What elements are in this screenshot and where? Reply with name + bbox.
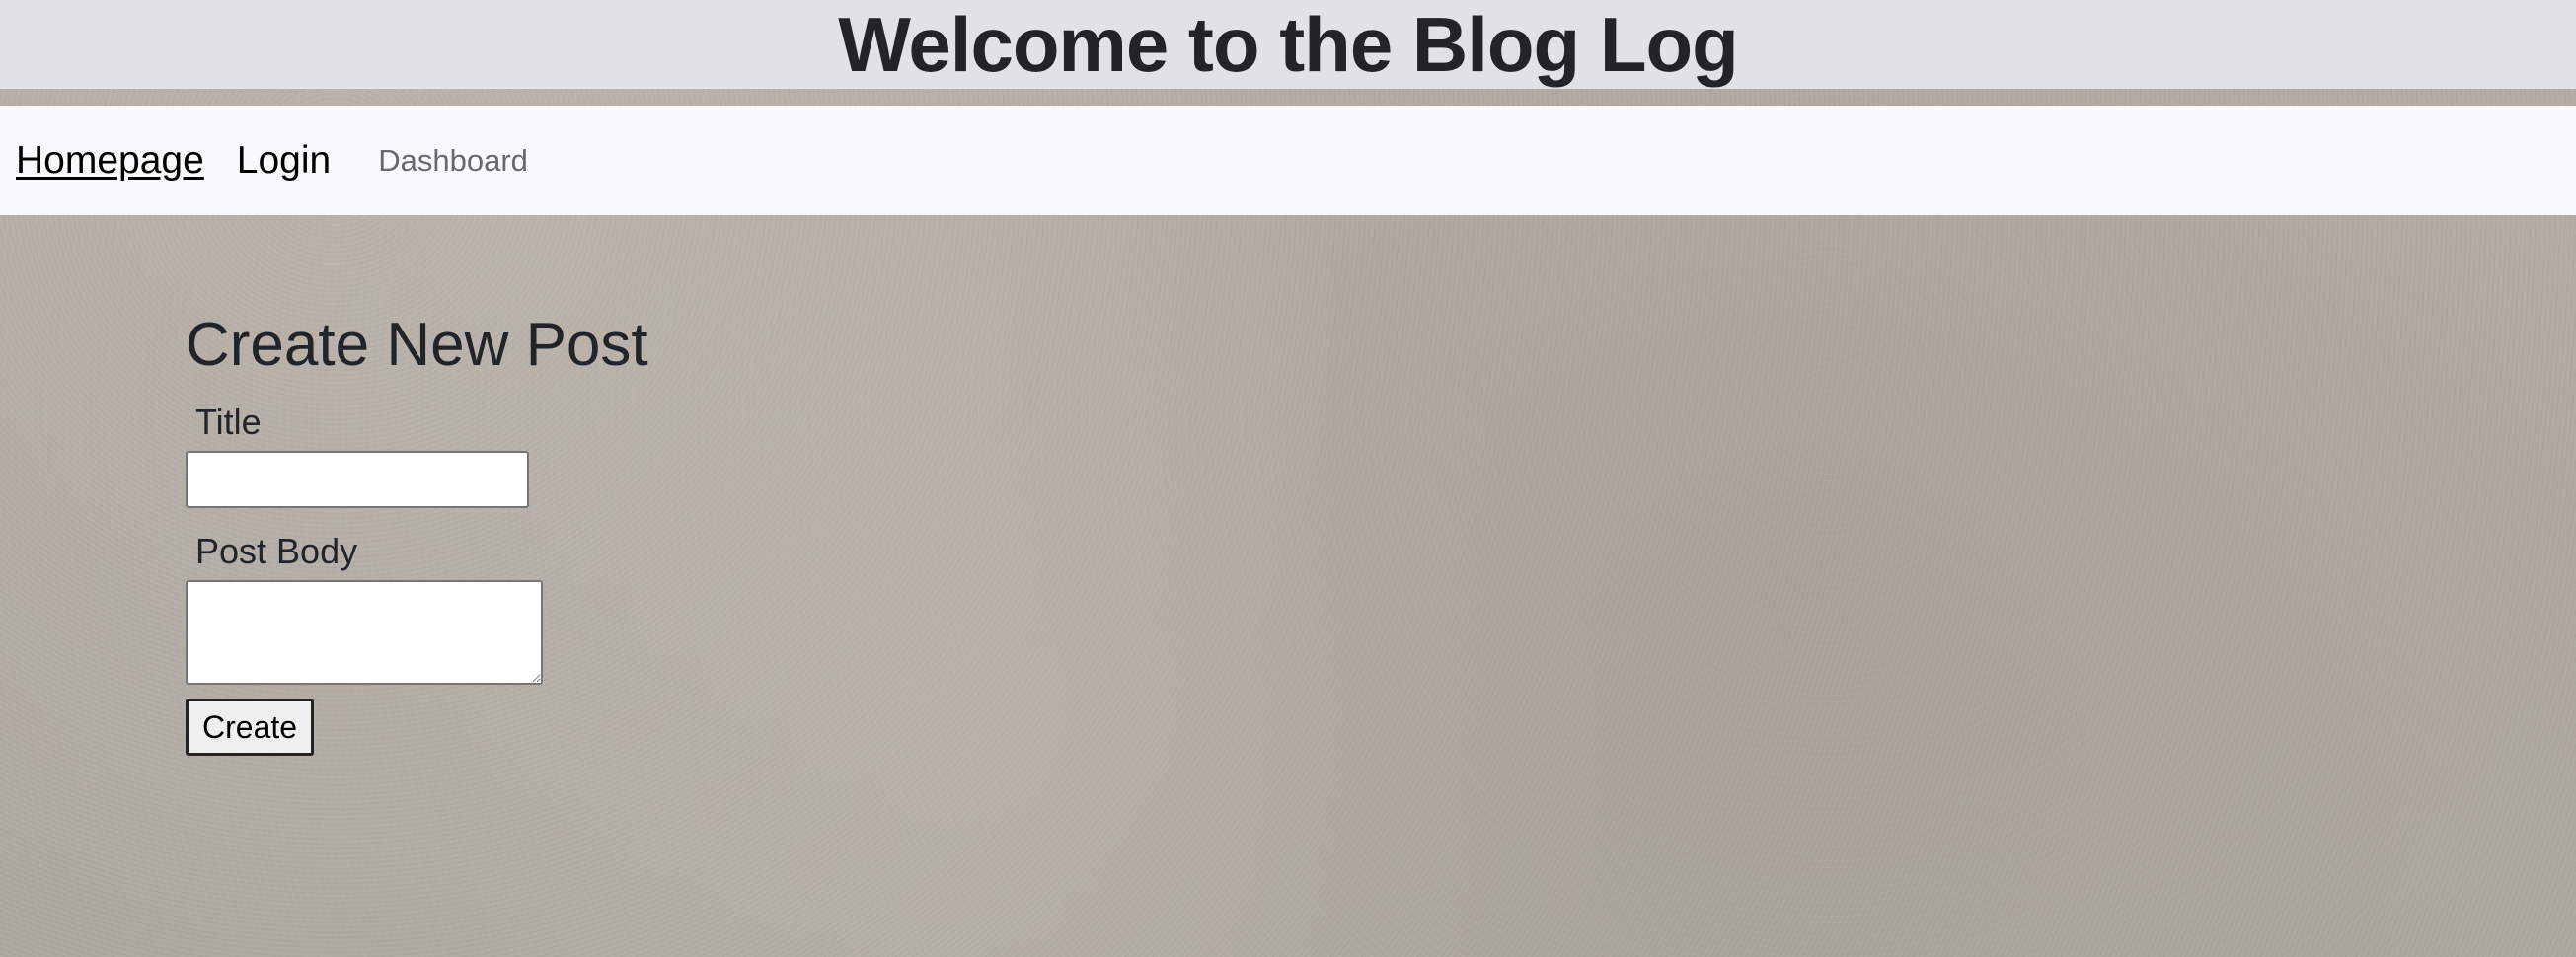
create-post-form: Title Post Body Create <box>186 402 648 757</box>
site-header: Welcome to the Blog Log <box>0 0 2576 89</box>
nav-link-homepage[interactable]: Homepage <box>16 141 204 180</box>
create-post-section: Create New Post Title Post Body Create <box>186 311 648 757</box>
site-title: Welcome to the Blog Log <box>838 1 1739 88</box>
post-body-textarea[interactable] <box>186 580 543 686</box>
post-body-label: Post Body <box>195 531 358 572</box>
nav-link-dashboard[interactable]: Dashboard <box>378 145 528 176</box>
title-input[interactable] <box>186 451 529 509</box>
page-title: Create New Post <box>186 311 648 379</box>
nav-link-login[interactable]: Login <box>237 141 331 180</box>
create-button[interactable]: Create <box>186 699 315 757</box>
title-label: Title <box>195 402 262 443</box>
main-nav: Homepage Login Dashboard <box>0 106 2576 215</box>
